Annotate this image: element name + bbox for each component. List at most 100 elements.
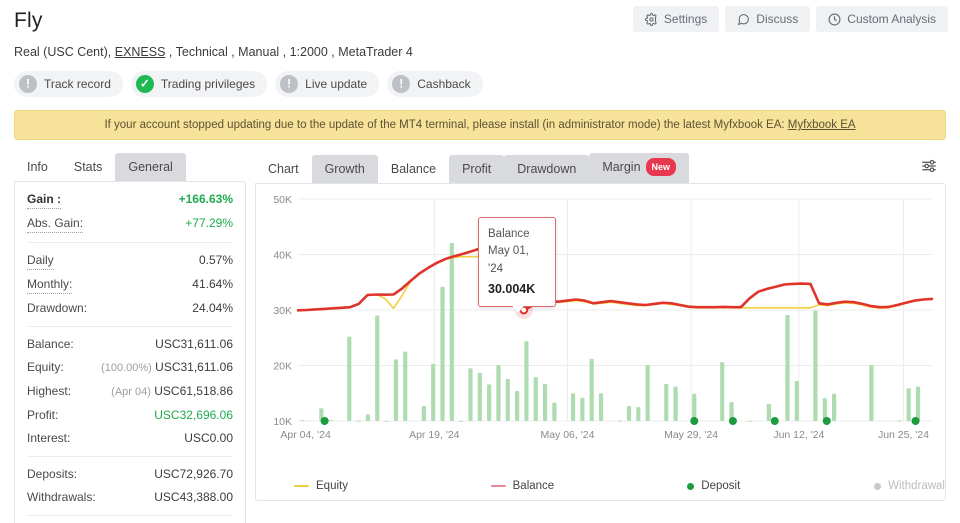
svg-text:50K: 50K [273, 194, 292, 206]
legend-item-balance[interactable]: Balance [490, 480, 688, 492]
tab-general[interactable]: General [115, 153, 186, 181]
legend-item-equity[interactable]: Equity [294, 480, 491, 492]
equity-percent: (100.00%) [101, 362, 152, 374]
status-badges: ! Track record ✓ Trading privileges ! Li… [14, 71, 946, 97]
new-badge: New [645, 158, 677, 176]
tab-balance[interactable]: Balance [377, 155, 450, 183]
stat-row: Drawdown: 24.04% [27, 297, 233, 320]
stat-label-monthly[interactable]: Monthly: [27, 276, 73, 294]
stat-value-withdrawals: USC43,388.00 [154, 490, 233, 504]
divider [27, 242, 233, 243]
sliders-icon [920, 159, 938, 178]
broker-link[interactable]: EXNESS [115, 45, 166, 59]
tab-margin-label: Margin [602, 160, 641, 174]
stat-value-abs-gain: +77.29% [185, 216, 233, 230]
tab-drawdown[interactable]: Drawdown [504, 155, 590, 183]
legend-label: Equity [316, 480, 348, 492]
stat-value-deposits: USC72,926.70 [154, 467, 233, 481]
legend-item-deposit[interactable]: Deposit [687, 480, 874, 492]
stat-value-equity: (100.00%) USC31,611.06 [101, 359, 233, 377]
tab-profit[interactable]: Profit [449, 155, 505, 183]
svg-text:30K: 30K [273, 305, 292, 317]
myfxbook-ea-link[interactable]: Myfxbook EA [788, 119, 856, 131]
highest-date: (Apr 04) [111, 386, 151, 398]
status-badge-label: Track record [44, 77, 111, 91]
info-panel: Info Stats General Gain : +166.63% Abs. … [14, 153, 246, 523]
svg-text:May 29, '24: May 29, '24 [664, 429, 718, 441]
tooltip-date: May 01, '24 [488, 245, 529, 275]
custom-analysis-button[interactable]: Custom Analysis [816, 6, 948, 32]
update-notice: If your account stopped updating due to … [14, 110, 946, 140]
deposit-dot-swatch [687, 482, 695, 490]
svg-text:Apr 04, '24: Apr 04, '24 [280, 429, 331, 441]
status-badge-cashback[interactable]: ! Cashback [387, 71, 483, 97]
gear-icon [644, 12, 658, 26]
svg-text:40K: 40K [273, 250, 292, 262]
divider [27, 456, 233, 457]
stat-label-drawdown: Drawdown: [27, 301, 88, 315]
stat-row: Highest: (Apr 04) USC61,518.86 [27, 380, 233, 404]
stat-row: Equity: (100.00%) USC31,611.06 [27, 356, 233, 380]
divider [27, 515, 233, 516]
legend-label: Balance [512, 480, 555, 492]
exclamation-icon: ! [19, 75, 37, 93]
chart-canvas: 10K 20K 30K 40K 50K Apr 04, '24 Apr 19, '24 May… [273, 194, 934, 441]
header-actions: Settings Discuss Custom Analysis [632, 6, 948, 32]
stat-label-equity: Equity: [27, 360, 64, 374]
legend-item-withdrawal[interactable]: Withdrawal [874, 480, 945, 492]
discuss-button-label: Discuss [756, 12, 799, 26]
tab-growth[interactable]: Growth [311, 155, 378, 183]
myfxbook-account-page: Fly Real (USC Cent), EXNESS , Technical … [0, 0, 960, 523]
stat-label-withdrawals: Withdrawals: [27, 490, 96, 504]
equity-line-swatch [294, 485, 309, 487]
status-badge-track-record[interactable]: ! Track record [14, 71, 123, 97]
stat-value-gain: +166.63% [178, 192, 233, 206]
discuss-button[interactable]: Discuss [725, 6, 811, 32]
svg-text:Jun 25, '24: Jun 25, '24 [878, 429, 929, 441]
svg-text:May 06, '24: May 06, '24 [540, 429, 594, 441]
info-tabs: Info Stats General [14, 153, 246, 181]
tab-chart[interactable]: Chart [255, 155, 312, 183]
chart-tabs: Chart Growth Balance Profit Drawdown Mar… [255, 153, 946, 183]
stat-row: Gain : +166.63% [27, 188, 233, 212]
page-header: Fly Real (USC Cent), EXNESS , Technical … [0, 0, 960, 97]
chart-settings-button[interactable] [912, 153, 946, 182]
stat-row: Profit: USC32,696.06 [27, 404, 233, 427]
tooltip-series-name: Balance [488, 228, 530, 240]
status-badge-label: Cashback [417, 77, 471, 91]
balance-chart[interactable]: 10K 20K 30K 40K 50K Apr 04, '24 Apr 19, '24 May… [256, 184, 945, 500]
stat-label-daily[interactable]: Daily [27, 252, 54, 270]
stat-value-interest: USC0.00 [184, 431, 233, 445]
comment-icon [737, 13, 750, 26]
status-badge-trading-privileges[interactable]: ✓ Trading privileges [130, 71, 268, 97]
svg-text:20K: 20K [273, 361, 292, 373]
tab-stats[interactable]: Stats [61, 153, 116, 181]
svg-text:Apr 19, '24: Apr 19, '24 [409, 429, 460, 441]
tab-info[interactable]: Info [14, 153, 61, 181]
divider [27, 326, 233, 327]
stat-row: Abs. Gain: +77.29% [27, 212, 233, 236]
stat-value-balance: USC31,611.06 [155, 337, 233, 351]
tooltip-value: 30.004K [488, 282, 536, 296]
stat-label-interest: Interest: [27, 431, 71, 445]
chart-tooltip: Balance May 01, '24 30.004K [478, 217, 556, 313]
stat-value-profit: USC32,696.06 [154, 408, 233, 422]
stat-row: Balance: USC31,611.06 [27, 333, 233, 356]
highest-amount: USC61,518.86 [154, 384, 233, 398]
tab-margin[interactable]: Margin New [589, 153, 690, 183]
chart-panel: Chart Growth Balance Profit Drawdown Mar… [255, 153, 946, 501]
exclamation-icon: ! [280, 75, 299, 93]
balance-line-swatch [490, 485, 506, 487]
settings-button-label: Settings [663, 12, 708, 26]
stat-value-monthly: 41.64% [192, 277, 233, 291]
settings-button[interactable]: Settings [632, 6, 720, 32]
stat-row: Withdrawals: USC43,388.00 [27, 486, 233, 509]
status-badge-live-update[interactable]: ! Live update [275, 71, 380, 97]
account-meta: Real (USC Cent), EXNESS , Technical , Ma… [14, 44, 946, 60]
stat-label-deposits: Deposits: [27, 467, 78, 481]
account-meta-rest: , Technical , Manual , 1:2000 , MetaTrad… [165, 45, 413, 59]
clock-icon [828, 13, 841, 26]
info-card: Gain : +166.63% Abs. Gain: +77.29% Daily… [14, 181, 246, 523]
stat-label-abs-gain[interactable]: Abs. Gain: [27, 215, 84, 233]
stat-label-gain[interactable]: Gain : [27, 191, 62, 209]
